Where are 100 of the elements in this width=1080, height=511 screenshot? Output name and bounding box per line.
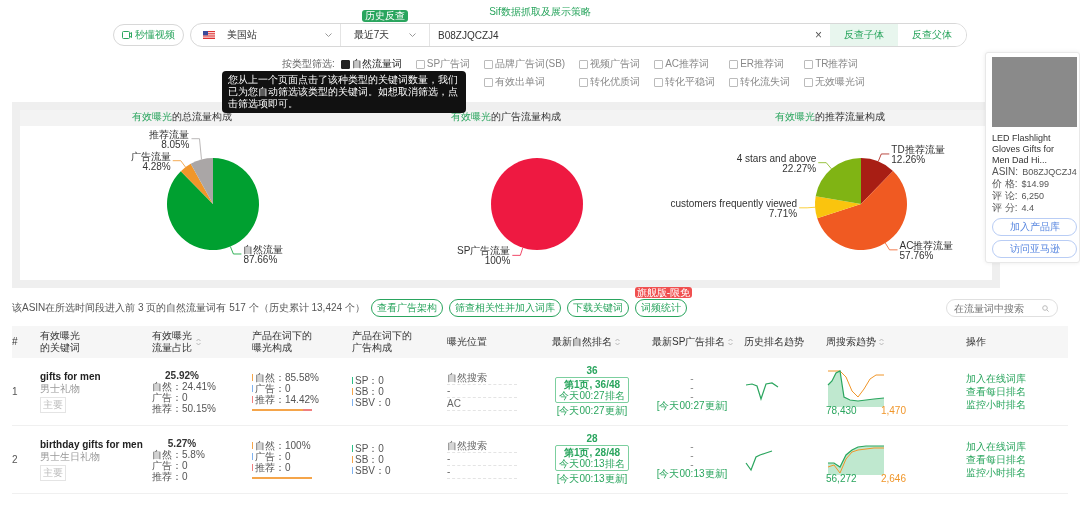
slice-label: 广告流量: [130, 150, 171, 162]
exposure-position: -: [447, 453, 517, 466]
rank-value: 28: [586, 433, 598, 444]
filter-checkbox[interactable]: SP广告词: [415, 58, 471, 70]
summary-text: 该ASIN在所选时间段进入前 3 页的自然流量词有 517 个（历史累计 13,424 个）: [12, 301, 365, 315]
slice-value: 8.05%: [161, 138, 190, 150]
slice-label: 自然流量: [243, 244, 284, 255]
chart-title: 有效曝光的总流量构成: [20, 110, 344, 126]
search-button[interactable]: 反查子体: [830, 24, 898, 46]
history-badge: 历史反查: [362, 10, 408, 22]
sp-rank-value: -: [690, 391, 694, 401]
ad-value: SP：0: [355, 375, 384, 386]
action-link[interactable]: 查看每日排名: [966, 453, 1068, 466]
filter-checkbox[interactable]: TR推荐词: [804, 58, 866, 70]
column-header: 最新SP广告排名: [652, 336, 726, 348]
column-header: 有效曝光流量占比: [152, 330, 193, 354]
action-link[interactable]: 监控小时排名: [966, 398, 1068, 411]
leader-line: [798, 206, 816, 209]
filter-checkbox[interactable]: ER推荐词: [729, 58, 791, 70]
row-number: 2: [12, 454, 19, 465]
slice-value: 87.66%: [243, 254, 278, 265]
column-header: 周搜索趋势: [826, 336, 876, 348]
column-header: 最新自然排名: [552, 336, 612, 348]
sp-rank-value: -: [690, 450, 694, 460]
site-dropdown[interactable]: 美国站: [227, 28, 257, 42]
rank-page: 第1页, 28/48: [563, 447, 622, 458]
traffic-share: 25.92%: [164, 369, 200, 381]
update-time: [今天00:27更新]: [656, 400, 728, 410]
clear-button[interactable]: ×: [807, 28, 830, 42]
rank-sparkline: [745, 449, 773, 471]
action-link[interactable]: 加入在线词库: [966, 372, 1068, 385]
share-part: 推荐：0: [152, 470, 189, 482]
field-value: 6,250: [1021, 190, 1045, 202]
filter-checkbox[interactable]: 有效出单词: [484, 76, 566, 88]
sp-rank-value: -: [690, 441, 694, 451]
field-label: 评 分:: [992, 202, 1018, 214]
ad-value: SP：0: [355, 443, 384, 454]
slice-label: AC推荐流量: [899, 239, 954, 251]
leader-line: [191, 138, 202, 160]
keyword-translation: 男士生日礼物: [40, 450, 101, 464]
action-button[interactable]: 查看广告架构: [370, 299, 443, 317]
leader-line: [230, 246, 242, 255]
column-header: 产品在词下的曝光构成: [252, 330, 313, 354]
sort-icon[interactable]: [728, 338, 734, 346]
field-value: 4.4: [1021, 202, 1035, 214]
product-button[interactable]: 加入产品库: [992, 218, 1077, 236]
product-title[interactable]: LED Flashlight Gloves Gifts for Men Dad Hi...: [992, 133, 1073, 166]
filter-checkbox[interactable]: 转化平稳词: [654, 76, 716, 88]
filter-checkbox[interactable]: 无效曝光词: [804, 76, 866, 88]
action-button[interactable]: 词频统计: [634, 299, 687, 317]
keyword: birthday gifts for men: [40, 438, 144, 450]
share-part: 自然：24.41%: [152, 380, 217, 392]
exposure-value: 自然：85.58%: [255, 372, 319, 383]
share-part: 广告：0: [152, 459, 189, 471]
filter-checkbox[interactable]: 自然流量词: [340, 58, 402, 70]
column-header: 历史排名趋势: [744, 336, 804, 348]
rank-sparkline: [745, 381, 779, 401]
slice-label: TD推荐流量: [891, 143, 945, 155]
action-link[interactable]: 监控小时排名: [966, 466, 1068, 479]
video-button[interactable]: 秒懂视频: [113, 24, 184, 46]
exposure-value: 推荐：0: [255, 462, 291, 473]
ad-value: SBV：0: [355, 465, 391, 476]
exposure-position: 自然搜索: [447, 372, 517, 385]
trend-value: 1,470: [880, 405, 906, 416]
slice-label: SP广告流量: [456, 245, 511, 257]
column-header: 产品在词下的广告构成: [352, 330, 413, 354]
exposure-value: 自然：100%: [255, 440, 311, 451]
rank-time: 今天00:27排名: [559, 390, 625, 401]
leader-line: [817, 162, 832, 170]
rank-page: 第1页, 36/48: [563, 379, 622, 390]
action-button[interactable]: 下载关键词: [566, 299, 629, 317]
leader-line: [511, 247, 524, 256]
field-label: ASIN:: [992, 166, 1019, 178]
action-button[interactable]: 筛查相关性并加入词库: [448, 299, 561, 317]
slice-value: 57.76%: [899, 249, 934, 261]
update-time: [今天00:27更新]: [556, 404, 628, 418]
filter-checkbox[interactable]: AC推荐词: [654, 58, 716, 70]
sort-icon[interactable]: [615, 338, 620, 346]
ad-value: SBV：0: [355, 397, 391, 408]
period-dropdown[interactable]: 最近7天: [353, 28, 390, 42]
ad-value: SB：0: [355, 454, 384, 465]
keyword: gifts for men: [40, 370, 102, 382]
exposure-value: 广告：0: [255, 383, 291, 394]
product-button[interactable]: 访问亚马逊: [992, 240, 1077, 258]
filter-checkbox[interactable]: 视频广告词: [579, 58, 641, 70]
filter-checkbox[interactable]: 转化优质词: [579, 76, 641, 88]
filter-checkbox[interactable]: 转化流失词: [729, 76, 791, 88]
rank-time: 今天00:13排名: [559, 458, 625, 469]
sort-icon[interactable]: [196, 338, 201, 346]
field-label: 价 格:: [992, 178, 1018, 190]
leader-line: [877, 153, 890, 162]
search-trend-sparkline: [827, 370, 885, 407]
sort-icon[interactable]: [879, 338, 884, 346]
video-icon: [122, 31, 132, 39]
slice-value: 7.71%: [768, 207, 798, 219]
tooltip: 您从上一个页面点击了该种类型的关键词数量，我们已为您自动筛选该类型的关键词。如想取消筛选，点击筛选项即可。: [222, 71, 466, 113]
slice-value: 100%: [484, 255, 511, 267]
action-link[interactable]: 查看每日排名: [966, 385, 1068, 398]
action-link[interactable]: 加入在线词库: [966, 440, 1068, 453]
filter-checkbox[interactable]: 品牌广告词(SB): [484, 58, 566, 70]
